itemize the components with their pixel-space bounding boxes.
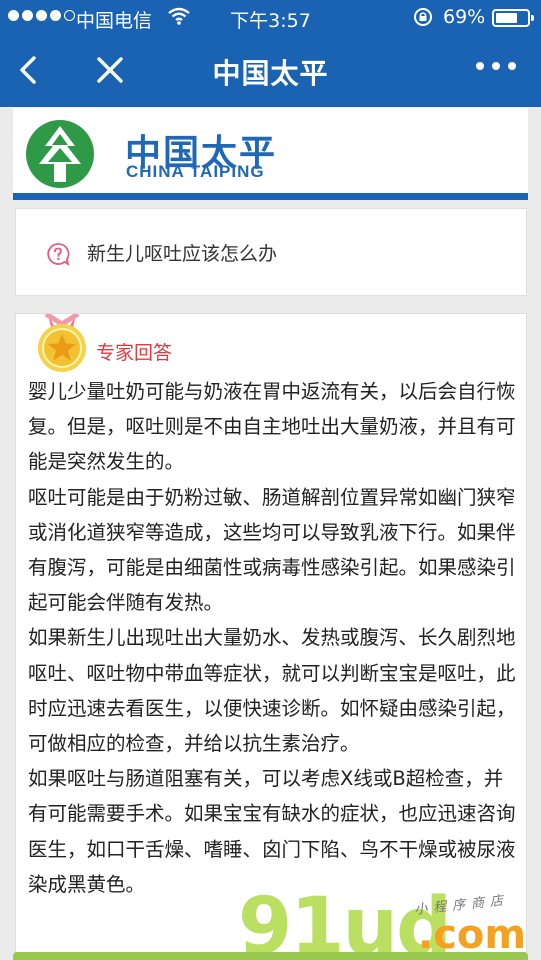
answer-body: 婴儿少量吐奶可能与奶液在胃中返流有关，以后会自行恢复。但是，呕吐则是不由自主地吐… xyxy=(28,374,520,902)
china-taiping-logo-icon xyxy=(23,118,97,190)
question-card: 新生儿呕吐应该怎么办 xyxy=(15,208,527,296)
nav-bar: 中国太平 xyxy=(0,34,541,107)
more-dots-icon[interactable] xyxy=(476,62,516,70)
battery-icon xyxy=(492,9,534,27)
brand-banner: 中国太平 CHINA TAIPING xyxy=(13,108,528,200)
gold-medal-icon xyxy=(34,311,90,374)
question-bubble-icon xyxy=(46,242,70,266)
answer-paragraph: 如果新生儿出现吐出大量奶水、发热或腹泻、长久剧烈地呕吐、呕吐物中带血等症状，就可… xyxy=(28,626,516,756)
next-card-edge xyxy=(13,952,528,960)
answer-paragraph: 婴儿少量吐奶可能与奶液在胃中返流有关，以后会自行恢复。但是，呕吐则是不由自主地吐… xyxy=(28,380,516,474)
question-text: 新生儿呕吐应该怎么办 xyxy=(87,243,278,265)
brand-name-en: CHINA TAIPING xyxy=(126,162,265,181)
answer-paragraph: 呕吐可能是由于奶粉过敏、肠道解剖位置异常如幽门狭窄或消化道狭窄等造成，这些均可以… xyxy=(28,485,516,615)
answer-paragraph: 如果呕吐与肠道阻塞有关，可以考虑X线或B超检查，并有可能需要手术。如果宝宝有缺水… xyxy=(28,767,516,896)
status-bar: 中国电信 下午3:57 69% xyxy=(0,0,541,34)
top-bar: 中国电信 下午3:57 69% 中国太平 xyxy=(0,0,541,107)
page-title: 中国太平 xyxy=(212,57,329,90)
answer-card: 专家回答 婴儿少量吐奶可能与奶液在胃中返流有关，以后会自行恢复。但是，呕吐则是不… xyxy=(15,311,527,960)
rotation-lock-icon xyxy=(412,6,434,33)
expert-answer-label: 专家回答 xyxy=(96,342,173,364)
battery-percent: 69% xyxy=(443,6,486,28)
